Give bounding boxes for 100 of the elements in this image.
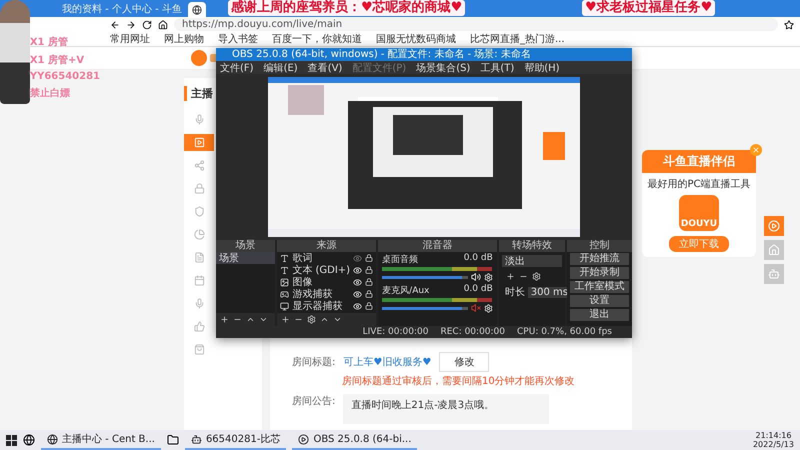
browser-tab[interactable]: 我的资料 - 个人中心 - 斗鱼 [58,2,186,17]
source-item[interactable]: 显示器捕获 [277,300,376,312]
source-item[interactable]: 歌词 [277,252,376,264]
bookmark[interactable]: 比芯网直播_热门游... [470,32,565,46]
menu-item[interactable]: 工具(T) [480,60,514,74]
taskbar-app[interactable]: 66540281-比芯 [184,430,286,450]
transition-select[interactable]: 淡出 [502,255,562,267]
clock: 21:14:16 2022/5/13 [752,431,794,449]
up-icon[interactable] [246,315,255,324]
lock-icon[interactable] [365,254,374,262]
control-button[interactable]: 开始录制 [570,267,629,279]
text-icon [280,266,290,274]
close-button[interactable] [750,144,762,156]
menu-item[interactable]: 场景集合(S) [416,60,470,74]
app-icon: DOUYU [679,195,719,231]
scene-item[interactable]: 场景 [216,252,276,264]
menu-item[interactable]: 帮助(H) [524,60,560,74]
monitor-icon [280,302,290,310]
overlay-text: YY66540281 [30,71,100,82]
menu-item[interactable]: 编辑(E) [264,60,298,74]
menu-item[interactable]: 文件(F) [220,60,254,74]
lock-icon[interactable] [365,290,374,298]
add-icon[interactable] [281,315,290,324]
speaker-icon[interactable] [470,272,481,282]
bookmark[interactable]: 导入书签 [218,32,258,46]
back-icon[interactable] [110,20,120,30]
taskbar-app[interactable]: OBS 25.0.8 (64-bi... [292,430,418,450]
volume-slider[interactable] [382,306,468,310]
source-item[interactable]: 文本 (GDI+) [277,264,376,276]
live-status: LIVE: 00:00:00 [362,327,428,337]
source-item[interactable]: 图像 [277,276,376,288]
globe-icon [192,4,202,14]
room-title-text: 可上车♥旧收服务♥ [343,356,432,369]
control-button[interactable]: 退出 [570,309,629,321]
play-button[interactable] [764,216,784,236]
overlay-text: X1 房管 [30,35,69,49]
close-icon [752,146,760,154]
up-icon[interactable] [320,315,330,324]
mic-icon [194,298,205,309]
forward-icon[interactable] [126,20,136,30]
home-icon[interactable] [158,20,168,30]
taskbar-app[interactable]: 主播中心 - Cent B... [41,430,161,450]
add-icon[interactable] [220,315,229,324]
banner-text: 感谢上周的座驾养员：♥芯呢家的商城♥ [228,0,466,16]
lock-icon[interactable] [365,302,374,310]
channel-reading: 0.0 dB [464,253,493,265]
promo-title: 斗鱼直播伴侣 [642,150,756,173]
calendar-icon [194,275,205,286]
panel-title: 转场特效 [498,240,565,252]
bookmark[interactable]: 百度一下，你就知道 [272,32,362,46]
play-icon [194,137,205,148]
down-icon[interactable] [333,315,342,324]
edit-button[interactable]: 修改 [439,352,490,372]
settings-icon[interactable] [532,272,541,281]
text-icon [280,254,290,262]
window-title: OBS 25.0.8 (64-bit, windows) - 配置文件: 未命名 - 场景: 未命名 [216,48,632,61]
control-button[interactable]: 工作室模式 [570,281,629,293]
menu-item[interactable]: 查看(V) [308,60,342,74]
overlay-text: X1 房管+V [30,53,86,67]
volume-slider[interactable] [382,276,468,278]
panel-title: 混音器 [378,240,497,252]
settings-icon[interactable] [307,315,316,324]
folder-icon[interactable] [166,434,179,446]
panel-title: 控制 [566,240,632,252]
browser-tab[interactable] [188,2,206,17]
cpu-status: CPU: 0.7%, 60.00 fps [517,327,612,337]
lock-icon[interactable] [365,278,374,286]
duration-label: 时长 [504,286,525,299]
shield-icon [194,206,205,217]
control-button[interactable]: 开始推流 [570,253,629,265]
bookmark[interactable]: 常用网址 [110,32,150,46]
field-label: 房间公告: [292,394,336,408]
lock-icon [194,183,205,194]
reload-icon[interactable] [142,20,152,30]
game-icon [280,290,290,298]
sidebar-item[interactable] [184,134,214,151]
like-icon [194,321,205,332]
panel-title: 场景 [216,240,276,252]
sidebar-title: 主播 [184,86,213,101]
address-field[interactable]: https://mp.douyu.com/live/main [174,18,778,31]
panel-title: 来源 [277,240,376,252]
share-icon [194,160,205,171]
bookmark[interactable]: 国服无忧数码商城 [376,32,456,46]
mute-icon[interactable] [470,303,481,313]
image-icon [280,278,290,286]
circle-icon [298,434,310,444]
bookmark[interactable]: 网上购物 [164,32,204,46]
source-item[interactable]: 游戏捕获 [277,288,376,300]
add-icon[interactable] [506,272,515,281]
lock-icon[interactable] [365,266,374,274]
star-icon[interactable] [784,20,794,30]
down-icon[interactable] [259,315,268,324]
notice-field[interactable]: 直播时间晚上21点-凌晨3点哦。 [343,394,550,424]
channel-name: 桌面音频 [382,254,418,266]
file-icon [194,252,205,263]
channel-name: 麦克风/Aux [382,284,430,297]
control-button[interactable]: 设置 [570,295,629,307]
channel-reading: 0.0 dB [464,284,493,296]
windows-start-icon[interactable] [6,434,17,446]
promo-subtitle: 最好用的PC端直播工具 [647,178,750,191]
